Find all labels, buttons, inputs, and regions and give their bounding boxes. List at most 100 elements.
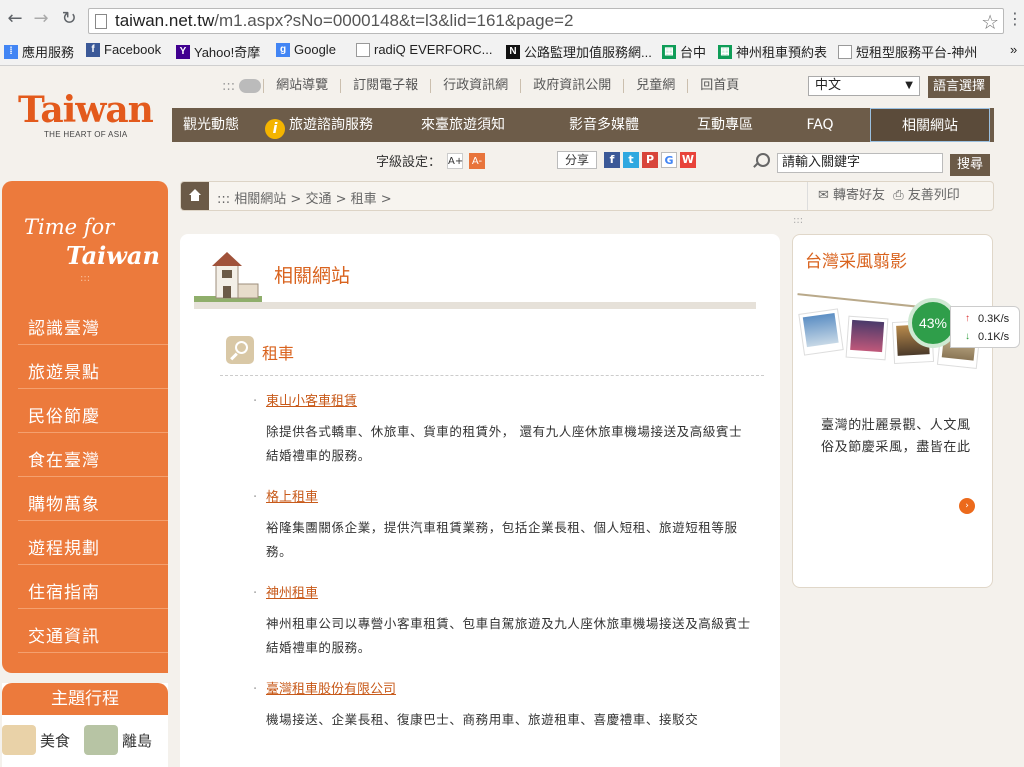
forward-arrow-icon[interactable]: → [30, 8, 52, 30]
bookmark-label: 公路監理加值服務網... [524, 45, 652, 60]
entry-link[interactable]: 臺灣租車股份有限公司 [253, 680, 752, 700]
language-button[interactable]: 語言選擇 [928, 76, 990, 98]
bookmark-item[interactable]: 短租型服務平台-神州 [838, 42, 977, 61]
search-input[interactable]: 請輸入關鍵字 [777, 153, 943, 173]
bookmarks-overflow[interactable]: » [1010, 42, 1017, 57]
browser-chrome: ← → ↻ taiwan.net.tw/m1.aspx?sNo=0000148&… [0, 0, 1024, 66]
bookmark-item[interactable]: ⁞ 應用服務 [4, 42, 74, 61]
bookmark-star-icon[interactable]: ☆ [981, 10, 999, 34]
nav-tourism-news[interactable]: 觀光動態 [172, 108, 250, 142]
url-text[interactable]: taiwan.net.tw/m1.aspx?sNo=0000148&t=l3&l… [115, 11, 573, 31]
font-decrease-button[interactable]: A- [469, 152, 486, 169]
font-increase-button[interactable]: A+ [447, 152, 463, 169]
list-item: 格上租車 裕隆集團關係企業，提供汽車租賃業務，包括企業長租、個人短租、旅遊短租等… [253, 488, 752, 564]
apps-grid-icon: ⁞ [4, 44, 18, 59]
nav-visitor-guide[interactable]: 來臺旅遊須知 [388, 108, 538, 142]
sidebar-item-accommodation[interactable]: 住宿指南 [18, 565, 168, 609]
taiwan-logo[interactable]: Taiwan THE HEART OF ASIA [18, 89, 154, 139]
language-value: 中文 [815, 78, 842, 93]
forward-friend-link[interactable]: 轉寄好友 [833, 188, 885, 203]
toplink-newsletter[interactable]: 訂閱電子報 [340, 79, 430, 93]
sidebar-dots: ::: [80, 273, 91, 284]
reload-icon[interactable]: ↻ [58, 8, 80, 30]
entry-link[interactable]: 東山小客車租賃 [253, 392, 752, 412]
sidebar-item-about-taiwan[interactable]: 認識臺灣 [18, 301, 168, 345]
toplink-kids[interactable]: 兒童網 [623, 79, 687, 93]
nav-related-sites[interactable]: 相關網站 [870, 108, 990, 142]
sidebar-item-shopping[interactable]: 購物萬象 [18, 477, 168, 521]
twitter-share-icon[interactable]: t [623, 152, 639, 168]
slogan-line1: Time for [24, 215, 115, 239]
theme-item-islands[interactable]: 離島 [84, 725, 152, 755]
url-path: /m1.aspx?sNo=0000148&t=l3&lid=161&page=2 [214, 11, 574, 30]
breadcrumb-related-sites[interactable]: 相關網站 [234, 192, 286, 207]
list-item: 臺灣租車股份有限公司 機場接送、企業長租、復康巴士、商務用車、旅遊租車、喜慶禮車… [253, 680, 752, 732]
nav-multimedia[interactable]: 影音多媒體 [538, 108, 670, 142]
sidebar-item-festivals[interactable]: 民俗節慶 [18, 389, 168, 433]
breadcrumb-trail: ::: 相關網站 > 交通 > 租車 > [217, 192, 392, 207]
language-select[interactable]: 中文 ▼ [808, 76, 920, 96]
entry-description: 除提供各式轎車、休旅車、貨車的租賃外， 還有九人座休旅車機場接送及高級賓士結婚禮… [266, 424, 743, 463]
breadcrumb-dots: ::: [217, 192, 231, 207]
toplink-gov-info[interactable]: 政府資訊公開 [520, 79, 623, 93]
entry-link[interactable]: 格上租車 [253, 488, 752, 508]
breadcrumb-transport[interactable]: 交通 [305, 192, 331, 207]
left-sidebar: Time for Taiwan ::: 認識臺灣 旅遊景點 民俗節慶 食在臺灣 … [2, 181, 168, 673]
more-arrow-icon[interactable]: › [959, 498, 975, 514]
logo-word: Taiwan [18, 89, 154, 131]
nav-travel-info[interactable]: i 旅遊諮詢服務 [250, 108, 388, 142]
share-button[interactable]: 分享 [557, 151, 597, 169]
main-nav: 觀光動態 i 旅遊諮詢服務 來臺旅遊須知 影音多媒體 互動專區 FAQ 相關網站 [172, 108, 994, 142]
nav-faq[interactable]: FAQ [780, 108, 860, 142]
print-icon: ⎙ [893, 188, 904, 203]
nav-label: 旅遊諮詢服務 [289, 117, 373, 133]
slogan-line2: Taiwan [66, 241, 160, 270]
n-logo-icon: N [506, 44, 520, 59]
theme-tours: 主題行程 美食 離島 [2, 683, 168, 767]
entry-link[interactable]: 神州租車 [253, 584, 752, 604]
print-friendly-link[interactable]: 友善列印 [908, 188, 960, 203]
sidebar-item-attractions[interactable]: 旅遊景點 [18, 345, 168, 389]
bookmark-item[interactable]: Y Yahoo!奇摩 [176, 42, 260, 61]
url-host: taiwan.net.tw [115, 11, 215, 30]
info-icon: i [265, 119, 285, 139]
photo-widget: 台灣采風翦影 臺灣的壯麗景觀、人文風俗及節慶采風，盡皆在此 › [792, 234, 993, 588]
toplink-home[interactable]: 回首頁 [687, 79, 751, 93]
font-size-label: 字級設定： [376, 155, 442, 170]
back-arrow-icon[interactable]: ← [4, 8, 26, 30]
widget-title: 台灣采風翦影 [805, 252, 907, 272]
plurk-share-icon[interactable]: P [642, 152, 658, 168]
bookmark-item[interactable]: ▦ 神州租車預約表 [718, 42, 827, 61]
sidebar-item-food[interactable]: 食在臺灣 [18, 433, 168, 477]
islands-thumbnail [84, 725, 118, 755]
photo-thumbnail [798, 308, 844, 356]
breadcrumb-car-rental[interactable]: 租車 [351, 192, 377, 207]
sidebar-item-transportation[interactable]: 交通資訊 [18, 609, 168, 653]
page-tools: ✉ 轉寄好友 ⎙ 友善列印 [807, 182, 993, 210]
nav-interactive[interactable]: 互動專區 [670, 108, 780, 142]
bookmark-item[interactable]: f Facebook [86, 42, 161, 57]
download-rate: 0.1K/s [978, 331, 1010, 343]
page-icon [356, 42, 370, 57]
menu-icon[interactable]: ⋮ [1004, 8, 1024, 30]
bookmark-label: 神州租車預約表 [736, 45, 828, 60]
bookmark-item[interactable]: radiQ EVERFORC... [356, 42, 492, 57]
main-content: 相關網站 租車 東山小客車租賃 除提供各式轎車、休旅車、貨車的租賃外， 還有九人… [180, 234, 780, 767]
theme-item-food[interactable]: 美食 [2, 725, 70, 755]
network-speed-panel: ↑ 0.3K/s ↓ 0.1K/s [950, 306, 1020, 348]
bookmark-item[interactable]: N 公路監理加值服務網... [506, 42, 652, 61]
mail-icon: ✉ [818, 188, 829, 203]
sidebar-item-itinerary[interactable]: 遊程規劃 [18, 521, 168, 565]
weibo-share-icon[interactable]: W [680, 152, 696, 168]
address-bar[interactable]: taiwan.net.tw/m1.aspx?sNo=0000148&t=l3&l… [88, 8, 1004, 34]
google-share-icon[interactable]: G [661, 152, 677, 168]
bookmark-label: 短租型服務平台-神州 [856, 45, 978, 60]
search-button[interactable]: 搜尋 [950, 154, 990, 176]
toplink-sitemap[interactable]: 網站導覽 [263, 79, 340, 93]
home-icon[interactable] [181, 182, 209, 210]
bookmark-item[interactable]: g Google [276, 42, 336, 57]
bookmark-item[interactable]: ▦ 台中 [662, 42, 706, 61]
sheet-icon: ▦ [662, 44, 676, 59]
toplink-admin-info[interactable]: 行政資訊網 [430, 79, 520, 93]
facebook-share-icon[interactable]: f [604, 152, 620, 168]
